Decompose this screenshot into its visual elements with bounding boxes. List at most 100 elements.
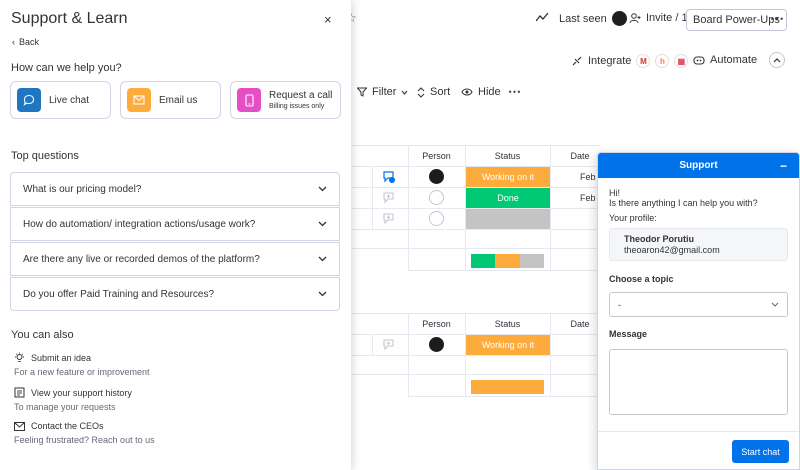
card-label: Live chat (49, 94, 90, 106)
filter-icon (357, 87, 367, 97)
column-header-date[interactable]: Date (560, 319, 600, 329)
filter-label: Filter (372, 86, 397, 98)
topic-select[interactable]: - (609, 292, 788, 317)
message-textarea[interactable] (609, 349, 788, 415)
gmail-icon: M (636, 54, 651, 68)
support-chat-widget: Support − Hi! Is there anything I can he… (597, 152, 800, 470)
chat-header: Support − (598, 153, 799, 178)
chevron-down-icon (318, 256, 327, 262)
status-cell[interactable] (466, 209, 550, 229)
add-update-icon[interactable] (382, 338, 395, 351)
topic-value: - (618, 299, 621, 310)
also-item-sub: To manage your requests (14, 402, 116, 412)
status-cell[interactable]: Done (466, 188, 550, 208)
hide-button[interactable]: Hide (461, 86, 501, 98)
add-update-icon[interactable] (382, 191, 395, 204)
hide-label: Hide (478, 86, 501, 98)
chevron-down-icon (318, 291, 327, 297)
sort-button[interactable]: Sort (417, 86, 450, 98)
activity-icon[interactable] (536, 12, 548, 22)
envelope-icon (127, 88, 151, 112)
avatar[interactable] (429, 337, 444, 352)
integrate-label: Integrate (588, 55, 632, 67)
email-us-card[interactable]: Email us (120, 81, 221, 119)
column-header-status[interactable]: Status (465, 319, 550, 329)
column-header-date[interactable]: Date (560, 151, 600, 161)
greeting-line: Is there anything I can help you with? (609, 198, 758, 208)
calendar-app-icon: ▦ (674, 54, 689, 68)
envelope-icon (14, 421, 25, 431)
close-icon[interactable]: × (324, 12, 332, 27)
column-header-status[interactable]: Status (465, 151, 550, 161)
greeting-line: Hi! (609, 188, 620, 198)
automate-button[interactable]: Automate (693, 54, 757, 66)
toolbar-more-button[interactable]: ⋯ (508, 84, 521, 100)
faq-item[interactable]: Are there any live or recorded demos of … (10, 242, 340, 276)
topic-label: Choose a topic (609, 274, 674, 284)
chevron-down-icon (771, 302, 779, 307)
status-summary-bar[interactable] (471, 254, 544, 268)
also-item-sub: For a new feature or improvement (14, 367, 150, 377)
support-history-link[interactable]: View your support history To manage your… (14, 387, 132, 412)
collapse-header-button[interactable] (769, 52, 785, 68)
avatar (611, 11, 627, 26)
person-placeholder-icon[interactable] (429, 190, 444, 205)
profile-label: Your profile: (609, 213, 657, 223)
more-options-button[interactable]: ⋯ (770, 10, 784, 27)
minimize-icon[interactable]: − (780, 159, 787, 173)
person-placeholder-icon[interactable] (429, 211, 444, 226)
card-sublabel: Billing issues only (269, 103, 325, 110)
submit-idea-link[interactable]: Submit an idea For a new feature or impr… (14, 352, 150, 377)
card-label: Email us (159, 94, 198, 106)
filter-button[interactable]: Filter (357, 86, 408, 98)
invite-button[interactable]: Invite / 1 (629, 12, 688, 24)
also-item-title: Submit an idea (31, 352, 92, 363)
also-item-title: View your support history (31, 387, 132, 398)
request-call-card[interactable]: Request a call Billing issues only (230, 81, 341, 119)
last-seen-label: Last seen (559, 12, 607, 25)
add-update-icon[interactable] (382, 212, 395, 225)
hubspot-icon: h (655, 54, 670, 68)
last-seen-button[interactable]: Last seen (559, 11, 627, 26)
help-heading: How can we help you? (11, 62, 122, 74)
status-cell[interactable]: Working on it (466, 335, 550, 355)
chat-title: Support (679, 160, 718, 171)
invite-label: Invite / 1 (646, 12, 688, 24)
add-user-icon (629, 12, 641, 23)
more-icon: ⋯ (770, 10, 784, 26)
live-chat-card[interactable]: Live chat (10, 81, 111, 119)
start-chat-button[interactable]: Start chat (732, 440, 789, 463)
integrate-button[interactable]: Integrate M h ▦ (571, 54, 689, 68)
message-label: Message (609, 329, 648, 339)
column-header-person[interactable]: Person (408, 319, 465, 329)
faq-question: Do you offer Paid Training and Resources… (23, 288, 215, 300)
panel-title: Support & Learn (11, 10, 128, 27)
profile-box: Theodor Porutiu theoaron42@gmail.com (609, 228, 788, 261)
chat-bubble-icon (17, 88, 41, 112)
history-icon (14, 387, 25, 398)
summary-segment (495, 254, 520, 268)
faq-item[interactable]: How do automation/ integration actions/u… (10, 207, 340, 241)
status-cell[interactable]: Working on it (466, 167, 550, 187)
avatar[interactable] (429, 169, 444, 184)
faq-item[interactable]: Do you offer Paid Training and Resources… (10, 277, 340, 311)
back-label: Back (19, 37, 40, 47)
sort-label: Sort (430, 86, 451, 98)
faq-item[interactable]: What is our pricing model? (10, 172, 340, 206)
contact-ceos-link[interactable]: Contact the CEOs Feeling frustrated? Rea… (14, 421, 155, 445)
phone-icon (237, 88, 261, 112)
conversation-icon[interactable] (382, 170, 395, 183)
lightbulb-icon (15, 352, 24, 362)
also-heading: You can also (11, 329, 74, 341)
chevron-up-icon (773, 57, 781, 62)
top-questions-heading: Top questions (11, 150, 79, 162)
chevron-down-icon (318, 186, 327, 192)
status-summary-bar[interactable] (471, 380, 544, 394)
column-header-person[interactable]: Person (408, 151, 465, 161)
back-link[interactable]: ‹ Back (12, 37, 39, 47)
profile-name: Theodor Porutiu (624, 234, 694, 244)
chevron-left-icon: ‹ (12, 37, 15, 47)
summary-segment (471, 254, 496, 268)
robot-icon (693, 56, 705, 65)
also-item-sub: Feeling frustrated? Reach out to us (14, 435, 155, 445)
